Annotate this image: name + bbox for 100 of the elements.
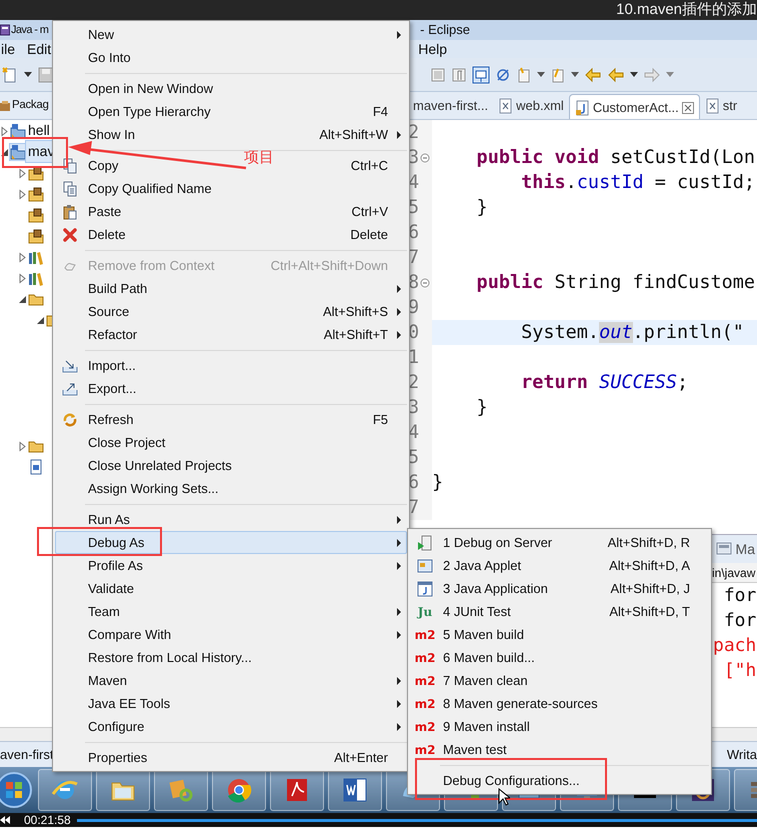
close-icon[interactable]: [682, 102, 694, 114]
menu-item[interactable]: 8 Maven generate-sources: [439, 694, 598, 714]
menu-item[interactable]: Run As: [84, 510, 130, 530]
tree-item[interactable]: hell: [26, 120, 52, 141]
menu-item[interactable]: Copy Qualified Name: [84, 178, 212, 198]
application-icon: [417, 580, 433, 596]
menu-item[interactable]: Profile As: [84, 556, 143, 576]
video-title: 10.maven插件的添加: [616, 0, 757, 20]
progress-track[interactable]: [76, 818, 757, 822]
menu-item[interactable]: 9 Maven install: [439, 716, 530, 736]
menu-item[interactable]: Edit: [26, 38, 52, 60]
menu-item[interactable]: Java EE Tools: [84, 694, 170, 714]
import-icon: [62, 358, 78, 374]
menu-item[interactable]: Close Project: [84, 432, 166, 452]
console-line: pach: [713, 634, 757, 658]
arrow-left-icon[interactable]: [584, 66, 602, 82]
expand-icon[interactable]: [18, 188, 27, 200]
menu-item[interactable]: Import...: [84, 356, 136, 376]
code-line: }: [432, 472, 444, 493]
paragraph-icon[interactable]: [451, 66, 467, 82]
annotation-label: 项目: [244, 149, 274, 167]
view-tab[interactable]: Packag: [0, 96, 49, 114]
taskbar-button[interactable]: [212, 769, 266, 811]
menu-item[interactable]: Help: [417, 38, 448, 60]
shortcut-text: Alt+Shift+D, R: [608, 534, 691, 552]
menu-item[interactable]: Restore from Local History...: [84, 648, 252, 668]
console-line: ["h: [722, 659, 757, 683]
line-number: 7: [408, 246, 420, 270]
caret-icon[interactable]: [24, 72, 32, 78]
menu-item[interactable]: ile: [0, 38, 16, 60]
expand-icon[interactable]: [18, 168, 27, 179]
menu-item[interactable]: Show In: [84, 124, 135, 144]
icon-label: Ju: [418, 604, 432, 620]
menu-item[interactable]: Export...: [84, 378, 136, 398]
menu-item[interactable]: 5 Maven build: [439, 624, 524, 644]
document-icon[interactable]: [430, 66, 446, 82]
menu-item[interactable]: 2 Java Applet: [439, 556, 522, 576]
taskbar-button[interactable]: [38, 769, 92, 811]
menu-item[interactable]: 7 Maven clean: [439, 670, 528, 690]
line-number: 5: [408, 446, 420, 470]
fold-icon[interactable]: [420, 152, 430, 162]
expand-icon[interactable]: [18, 440, 27, 452]
menu-item[interactable]: Debug Configurations...: [439, 770, 580, 790]
taskbar-button[interactable]: [96, 769, 150, 811]
arrow-left-icon[interactable]: [607, 66, 625, 82]
taskbar-button[interactable]: [270, 769, 324, 811]
collapse-icon[interactable]: [18, 294, 27, 305]
menu-item[interactable]: Build Path: [84, 278, 148, 298]
menu-item[interactable]: Maven test: [439, 740, 507, 760]
menu-item[interactable]: Team: [84, 602, 120, 622]
pin-icon[interactable]: [472, 66, 490, 84]
shortcut-text: Alt+Shift+W: [319, 126, 389, 144]
caret-icon[interactable]: [537, 72, 545, 78]
menu-item[interactable]: 3 Java Application: [439, 578, 548, 598]
editor-tab[interactable]: CustomerAct...: [568, 94, 700, 119]
menu-item[interactable]: Delete: [84, 224, 126, 244]
view-tab[interactable]: Ma: [716, 538, 755, 560]
shortcut-text: Ctrl+V: [352, 202, 389, 221]
taskbar-button[interactable]: [328, 769, 382, 811]
expand-icon[interactable]: [18, 272, 27, 284]
caret-icon[interactable]: [630, 72, 638, 78]
caret-icon[interactable]: [571, 72, 579, 78]
fold-icon[interactable]: [420, 278, 430, 288]
menu-item[interactable]: 1 Debug on Server: [439, 532, 552, 552]
taskbar-button[interactable]: [154, 769, 208, 811]
editor-tab[interactable]: web.xml: [493, 92, 569, 119]
menu-item[interactable]: 6 Maven build...: [439, 648, 535, 668]
menu-item[interactable]: Open Type Hierarchy: [84, 102, 211, 122]
package-icon: [0, 100, 11, 112]
menu-item[interactable]: Paste: [84, 202, 122, 222]
menu-item[interactable]: Compare With: [84, 624, 172, 644]
expand-icon[interactable]: [0, 126, 9, 137]
menu-item[interactable]: Validate: [84, 578, 134, 598]
menu-item[interactable]: Refactor: [84, 324, 138, 344]
shortcut-text: Ctrl+C: [350, 156, 389, 175]
new-document-icon[interactable]: [2, 66, 18, 82]
menu-item[interactable]: Debug As: [55, 531, 407, 554]
save-icon[interactable]: [38, 66, 54, 82]
link-icon[interactable]: [495, 66, 511, 82]
view-tab[interactable]: aven-first: [0, 744, 54, 764]
menu-item[interactable]: Refresh: [84, 410, 134, 430]
applet-icon: [417, 558, 433, 574]
menu-item[interactable]: Open in New Window: [84, 78, 213, 98]
menu-item[interactable]: Copy: [84, 156, 118, 176]
menu-item[interactable]: Close Unrelated Projects: [84, 456, 232, 476]
menu-item[interactable]: Go Into: [84, 48, 131, 68]
export-icon: [62, 380, 78, 396]
expand-icon[interactable]: [18, 252, 27, 263]
menu-item[interactable]: Properties: [84, 748, 148, 768]
menu-item[interactable]: Assign Working Sets...: [84, 478, 219, 498]
menu-item[interactable]: Maven: [84, 670, 128, 690]
rewind-icon[interactable]: [0, 815, 10, 825]
menu-item[interactable]: 4 JUnit Test: [439, 602, 511, 622]
collapse-icon[interactable]: [36, 314, 45, 326]
menu-item[interactable]: Configure: [84, 716, 144, 736]
menu-item[interactable]: Source: [84, 302, 130, 322]
editor-tab[interactable]: str: [700, 92, 742, 119]
view-tab[interactable]: Writa: [726, 744, 757, 764]
start-button-icon[interactable]: [0, 770, 34, 810]
menu-item[interactable]: New: [84, 24, 114, 44]
